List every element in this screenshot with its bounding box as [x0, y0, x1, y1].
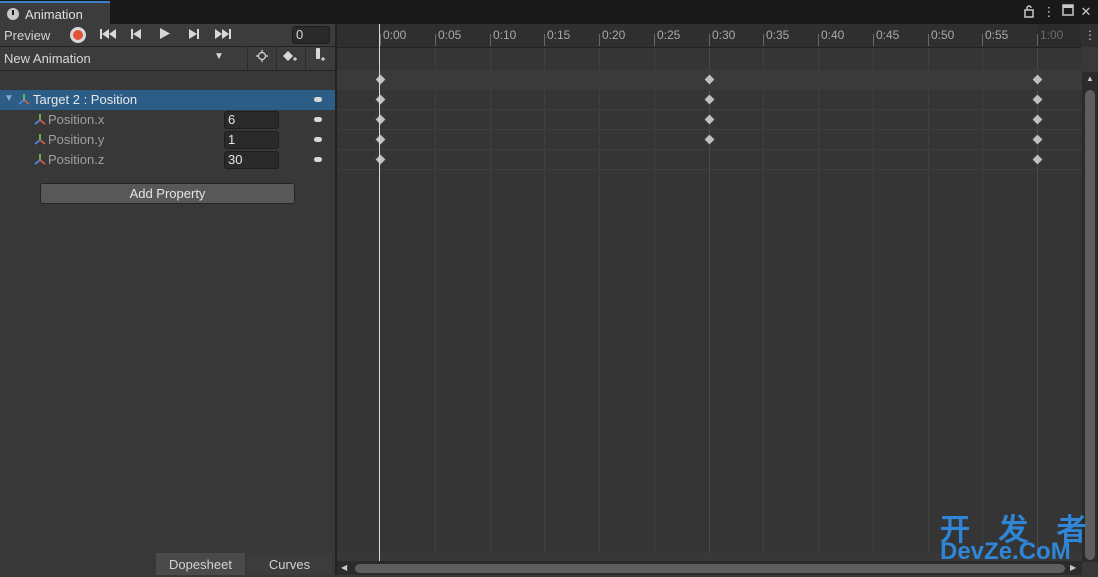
position-z-keyframe-row — [337, 150, 1082, 170]
ruler-tick-mark — [709, 34, 710, 46]
ruler-tick-mark — [544, 34, 545, 46]
ruler-tick-label: 0:45 — [876, 28, 900, 42]
record-button[interactable] — [70, 27, 86, 43]
add-event-button[interactable] — [305, 47, 334, 70]
ruler-tick-mark — [763, 34, 764, 46]
property-label: Position.x — [48, 112, 105, 127]
playhead[interactable] — [379, 24, 380, 561]
vertical-scroll-thumb[interactable] — [1085, 90, 1095, 560]
keyframe-options-dot[interactable] — [314, 137, 322, 142]
ruler-tick-label: 0:55 — [985, 28, 1009, 42]
ruler-tick-label: 0:35 — [766, 28, 790, 42]
property-group-label: Target 2 : Position — [33, 92, 138, 107]
filter-selection-button[interactable] — [247, 47, 276, 70]
maximize-icon[interactable] — [1060, 4, 1076, 20]
watermark-bottom: DevZe.CoM — [940, 538, 1071, 565]
add-property-button[interactable]: Add Property — [40, 183, 295, 204]
transform-axis-icon — [34, 153, 46, 165]
property-value-field[interactable]: 30 — [224, 151, 279, 169]
ruler-tick-label: 0:20 — [602, 28, 626, 42]
scroll-up-arrow-icon[interactable]: ▲ — [1085, 74, 1095, 84]
clip-selector-row: New Animation ▼ — [0, 47, 335, 71]
property-value-field[interactable]: 1 — [224, 131, 279, 149]
ruler-tick-mark — [818, 34, 819, 46]
clip-dropdown[interactable]: New Animation ▼ — [0, 47, 230, 70]
ruler-tick-mark — [380, 34, 381, 46]
tab-animation[interactable]: Animation — [0, 1, 110, 24]
ruler-tick-mark — [599, 34, 600, 46]
property-group-target2-position[interactable]: ▼ Target 2 : Position — [0, 90, 335, 110]
property-value-field[interactable]: 6 — [224, 111, 279, 129]
playback-toolbar: Preview 0 — [0, 24, 335, 47]
close-icon[interactable]: ✕ — [1078, 4, 1094, 20]
ruler-tick-label: 0:30 — [712, 28, 736, 42]
clock-icon — [7, 8, 19, 20]
ruler-tick-label: 1:00 — [1040, 28, 1064, 42]
transform-axis-icon — [34, 113, 46, 125]
transform-axis-icon — [18, 93, 30, 105]
tab-label: Animation — [25, 7, 83, 22]
scroll-right-arrow-icon[interactable]: ▶ — [1070, 563, 1078, 573]
ruler-tick-mark — [982, 34, 983, 46]
lock-icon[interactable] — [1021, 4, 1037, 20]
property-row-position-y[interactable]: Position.y 1 — [0, 130, 335, 150]
kebab-menu-icon[interactable]: ⋮ — [1041, 4, 1057, 20]
property-label: Position.z — [48, 152, 105, 167]
previous-keyframe-button[interactable] — [122, 24, 150, 46]
last-keyframe-button[interactable] — [209, 24, 237, 46]
first-keyframe-button[interactable] — [94, 24, 122, 46]
keyframe-options-dot[interactable] — [314, 157, 322, 162]
ruler-tick-label: 0:10 — [493, 28, 517, 42]
expand-arrow-icon[interactable]: ▼ — [4, 93, 14, 104]
clip-name: New Animation — [4, 51, 91, 66]
ruler-tick-mark — [1037, 34, 1038, 46]
transform-axis-icon — [34, 133, 46, 145]
property-label: Position.y — [48, 132, 105, 147]
preview-toggle[interactable]: Preview — [4, 28, 50, 43]
scroll-left-arrow-icon[interactable]: ◀ — [341, 563, 349, 573]
tab-curves[interactable]: Curves — [247, 553, 332, 575]
ruler-tick-mark — [435, 34, 436, 46]
keyframe-options-dot[interactable] — [314, 97, 322, 102]
window-tab-bar — [0, 0, 1098, 24]
dropdown-arrow-icon: ▼ — [214, 51, 224, 62]
ruler-tick-mark — [654, 34, 655, 46]
ruler-tick-label: 0:05 — [438, 28, 462, 42]
play-button[interactable] — [151, 24, 179, 46]
property-row-position-z[interactable]: Position.z 30 — [0, 150, 335, 170]
ruler-tick-mark — [928, 34, 929, 46]
ruler-tick-label: 0:50 — [931, 28, 955, 42]
ruler-tick-mark — [490, 34, 491, 46]
add-keyframe-button[interactable] — [276, 47, 305, 70]
next-keyframe-button[interactable] — [180, 24, 208, 46]
property-row-position-x[interactable]: Position.x 6 — [0, 110, 335, 130]
ruler-tick-label: 0:15 — [547, 28, 571, 42]
current-frame-field[interactable]: 0 — [292, 26, 330, 44]
ruler-tick-label: 0:40 — [821, 28, 845, 42]
ruler-tick-label: 0:25 — [657, 28, 681, 42]
timeline-menu-icon[interactable]: ⋮ — [1082, 24, 1098, 47]
tab-dopesheet[interactable]: Dopesheet — [156, 553, 245, 575]
keyframe-options-dot[interactable] — [314, 117, 322, 122]
ruler-tick-mark — [873, 34, 874, 46]
ruler-tick-label: 0:00 — [383, 28, 407, 42]
